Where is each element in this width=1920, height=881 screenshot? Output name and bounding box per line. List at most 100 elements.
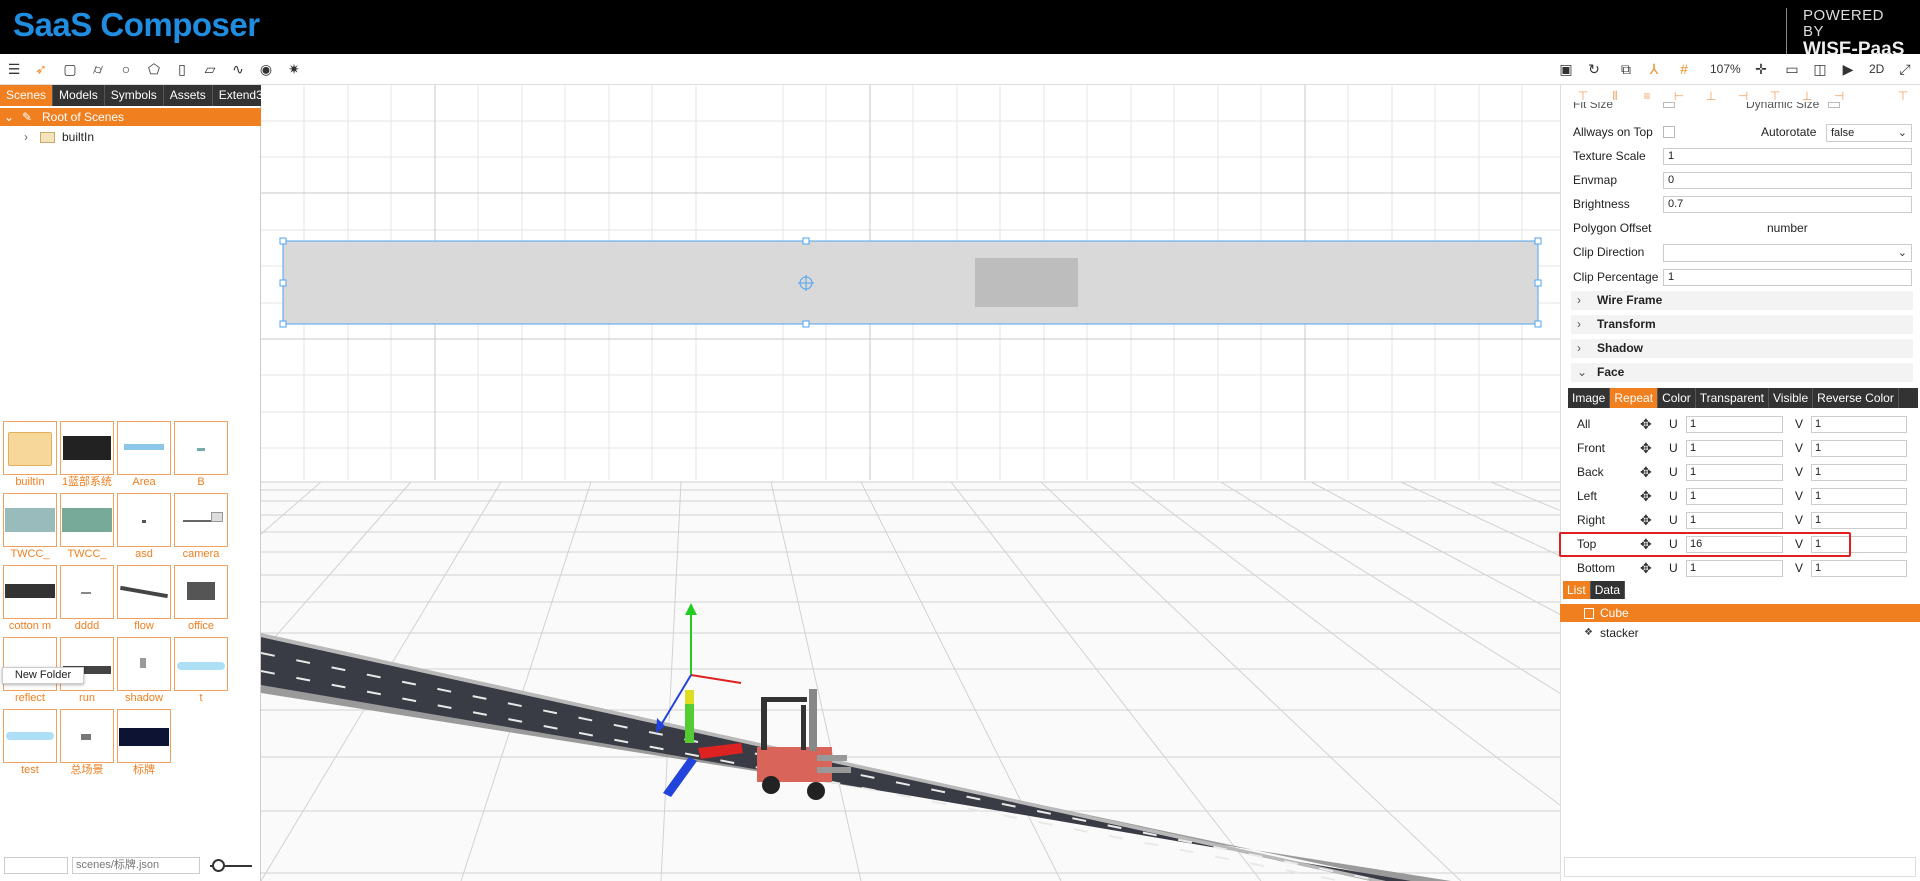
shape-icon[interactable]: ⬠ [145,60,163,78]
align-left-icon[interactable]: ⊢ [1672,89,1686,103]
u-repeat-input[interactable]: 1 [1686,464,1783,481]
tab-reverse-color[interactable]: Reverse Color [1813,388,1899,408]
asset-item[interactable]: 1蓝部系统 [60,421,114,491]
move-icon[interactable]: ✥ [1640,488,1652,505]
zoom-level[interactable]: 107% [1710,62,1741,76]
menu-icon[interactable]: ☰ [5,60,23,78]
fit-size-checkbox[interactable] [1663,102,1675,108]
move-icon[interactable]: ✥ [1640,464,1652,481]
asset-item[interactable]: office [174,565,228,635]
align-middle-icon[interactable]: ≡ [1640,89,1654,103]
tab-models[interactable]: Models [53,85,105,106]
v-repeat-input[interactable]: 1 [1811,560,1907,577]
slider-handle[interactable] [212,859,225,872]
asset-item[interactable]: TWCC_ [60,493,114,563]
clip-percentage-input[interactable]: 1 [1663,269,1912,286]
always-on-top-checkbox[interactable] [1663,126,1675,138]
align-right-icon[interactable]: ⊣ [1736,89,1750,103]
asset-item[interactable]: builtIn [3,421,57,491]
section-transform[interactable]: › Transform [1571,315,1913,334]
sphere-icon[interactable]: ○ [117,60,135,78]
crosshair-icon[interactable]: ✛ [1752,60,1770,78]
tab-list[interactable]: List [1563,581,1591,599]
u-repeat-input[interactable]: 1 [1686,416,1783,433]
dynamic-size-checkbox[interactable] [1828,102,1840,108]
asset-item[interactable]: 标牌 [117,709,171,779]
light-icon[interactable]: ◉ [257,60,275,78]
asset-item[interactable]: Area [117,421,171,491]
tab-scenes[interactable]: Scenes [0,85,54,106]
align-top-icon[interactable]: ⊤ [1576,89,1590,103]
v-repeat-input[interactable]: 1 [1811,464,1907,481]
expand-icon[interactable]: ⤢ [1896,60,1914,78]
scene-path-field[interactable]: scenes/标牌.json [72,857,200,874]
tab-repeat[interactable]: Repeat [1610,388,1659,408]
view-2d-toggle[interactable]: 2D [1869,62,1884,76]
asset-item[interactable]: shadow [117,637,171,707]
axes-icon[interactable]: ⅄ [1645,60,1663,78]
grid-icon[interactable]: # [1675,60,1693,78]
u-repeat-input[interactable]: 1 [1686,488,1783,505]
asset-item[interactable]: B [174,421,228,491]
panel-left-icon[interactable]: ▭ [1783,60,1801,78]
move-icon[interactable]: ✥ [1640,416,1652,433]
asset-item[interactable]: dddd [60,565,114,635]
path-prefix-field[interactable] [4,857,68,874]
move-icon[interactable]: ✥ [1640,560,1652,577]
u-repeat-input[interactable]: 1 [1686,440,1783,457]
v-repeat-input[interactable]: 1 [1811,440,1907,457]
clip-direction-select[interactable]: ⌄ [1663,244,1912,262]
asset-item[interactable]: asd [117,493,171,563]
tab-color[interactable]: Color [1658,388,1696,408]
tab-symbols[interactable]: Symbols [105,85,164,106]
u-repeat-input[interactable]: 1 [1686,560,1783,577]
align-end-icon[interactable]: ⊣ [1832,89,1846,103]
distribute-icon[interactable]: ⦀ [1608,89,1622,103]
asset-item[interactable]: cotton m [3,565,57,635]
save-icon[interactable]: ▣ [1557,60,1575,78]
edit-icon[interactable]: ✎ [22,108,32,126]
crop-icon[interactable]: ⧉ [1617,60,1635,78]
move-icon[interactable]: ✥ [1640,440,1652,457]
tab-transparent[interactable]: Transparent [1696,388,1770,408]
envmap-input[interactable]: 0 [1663,172,1912,189]
v-repeat-input[interactable]: 1 [1811,416,1907,433]
viewport-3d[interactable] [261,85,1560,881]
align-center-icon[interactable]: ⊥ [1704,89,1718,103]
right-bottom-field[interactable] [1564,857,1916,877]
section-face[interactable]: ⌄ Face [1571,363,1913,382]
asset-item[interactable]: test [3,709,57,779]
cube-icon[interactable]: ▢ [61,60,79,78]
tree-root-row[interactable]: ⌄ ✎ Root of Scenes [0,108,261,126]
tab-image[interactable]: Image [1568,388,1611,408]
asset-item[interactable]: TWCC_ [3,493,57,563]
autorotate-select[interactable]: false ⌄ [1826,124,1912,142]
tab-visible[interactable]: Visible [1769,388,1814,408]
section-shadow[interactable]: › Shadow [1571,339,1913,358]
asset-item[interactable]: t [174,637,228,707]
align-extra-icon[interactable]: ⊤ [1896,89,1910,103]
v-repeat-input[interactable]: 1 [1811,512,1907,529]
refresh-icon[interactable]: ↻ [1585,60,1603,78]
move-icon[interactable]: ✥ [1640,512,1652,529]
align-vcenter-icon[interactable]: ⊥ [1800,89,1814,103]
particle-icon[interactable]: ✷ [285,60,303,78]
scene-canvas[interactable] [261,85,1560,881]
asset-item[interactable]: flow [117,565,171,635]
panel-right-icon[interactable]: ◫ [1811,60,1829,78]
section-wire-frame[interactable]: › Wire Frame [1571,291,1913,310]
v-repeat-input[interactable]: 1 [1811,488,1907,505]
u-repeat-input[interactable]: 1 [1686,512,1783,529]
curve-icon[interactable]: ∿ [229,60,247,78]
chevron-right-icon[interactable]: › [24,128,28,146]
select-pointer-icon[interactable]: ➶ [32,60,50,78]
new-folder-tooltip[interactable]: New Folder [2,667,84,684]
plane-icon[interactable]: ▱ [201,60,219,78]
chevron-down-icon[interactable]: ⌄ [4,108,14,126]
asset-item[interactable]: 总场景 [60,709,114,779]
align-bottom-icon[interactable]: ⊤ [1768,89,1782,103]
list-item-stacker[interactable]: ❖ stacker [1560,624,1920,642]
cylinder-icon[interactable]: ⌭ [89,60,107,78]
play-icon[interactable]: ▶ [1839,60,1857,78]
tab-data[interactable]: Data [1591,581,1626,599]
